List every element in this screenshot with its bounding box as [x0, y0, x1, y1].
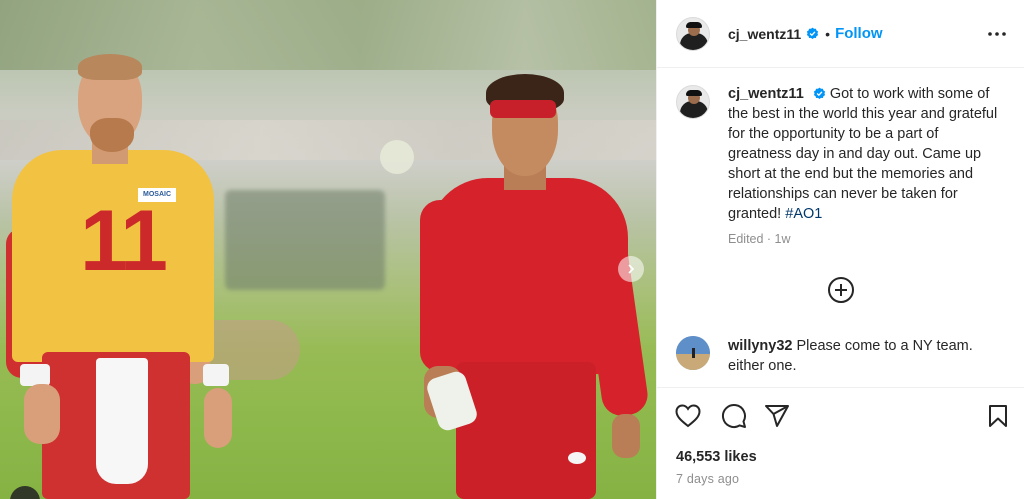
- like-button[interactable]: [674, 402, 702, 430]
- background-structure: [225, 190, 385, 290]
- commenter-username[interactable]: willyny32: [728, 338, 792, 354]
- share-button[interactable]: [763, 402, 791, 430]
- hashtag-link[interactable]: #AO1: [785, 206, 822, 222]
- post-actions: 46,553 likes 7 days ago: [657, 387, 1024, 499]
- caption-author-avatar[interactable]: [676, 85, 710, 119]
- photo-corner-button[interactable]: [10, 486, 40, 499]
- jersey-number: 11: [80, 193, 168, 289]
- post-date: 7 days ago: [676, 472, 740, 486]
- save-button[interactable]: [984, 402, 1012, 430]
- verified-badge-icon: [813, 87, 825, 100]
- comment-bubble-icon: [721, 404, 746, 428]
- chevron-right-icon: [628, 264, 635, 274]
- headband: [490, 100, 556, 118]
- author-username[interactable]: cj_wentz11: [728, 26, 801, 42]
- carousel-next-button[interactable]: [618, 256, 644, 282]
- verified-badge-icon: [807, 27, 819, 40]
- author-avatar[interactable]: [676, 16, 710, 51]
- comments-section[interactable]: cj_wentz11 Got to work with some of the …: [657, 68, 1024, 386]
- bookmark-icon: [989, 405, 1007, 427]
- load-more-comments-button[interactable]: [827, 276, 855, 304]
- plus-circle-icon: [828, 277, 854, 303]
- likes-count[interactable]: 46,553 likes: [676, 449, 757, 465]
- caption-text: Got to work with some of the best in the…: [728, 86, 998, 222]
- heart-icon: [675, 404, 701, 428]
- towel: [96, 358, 148, 484]
- post-header: cj_wentz11 • Follow: [657, 0, 1024, 68]
- post-photo[interactable]: MOSAIC 11: [0, 0, 656, 499]
- more-dots-icon: [988, 32, 1006, 36]
- follow-button[interactable]: Follow: [835, 25, 883, 42]
- background-light: [380, 140, 414, 174]
- commenter-avatar[interactable]: [676, 336, 710, 370]
- post-caption: cj_wentz11 Got to work with some of the …: [676, 84, 1016, 246]
- caption-meta: Edited · 1w: [728, 232, 791, 246]
- paper-plane-icon: [765, 405, 789, 427]
- comment-button[interactable]: [720, 402, 748, 430]
- caption-username[interactable]: cj_wentz11: [728, 86, 804, 102]
- header-separator: •: [825, 25, 831, 42]
- post-detail-panel: cj_wentz11 • Follow cj_wentz11 Got to wo…: [656, 0, 1024, 499]
- comment-item: willyny32 Please come to a NY team. eith…: [676, 336, 1016, 376]
- more-options-button[interactable]: [984, 22, 1010, 46]
